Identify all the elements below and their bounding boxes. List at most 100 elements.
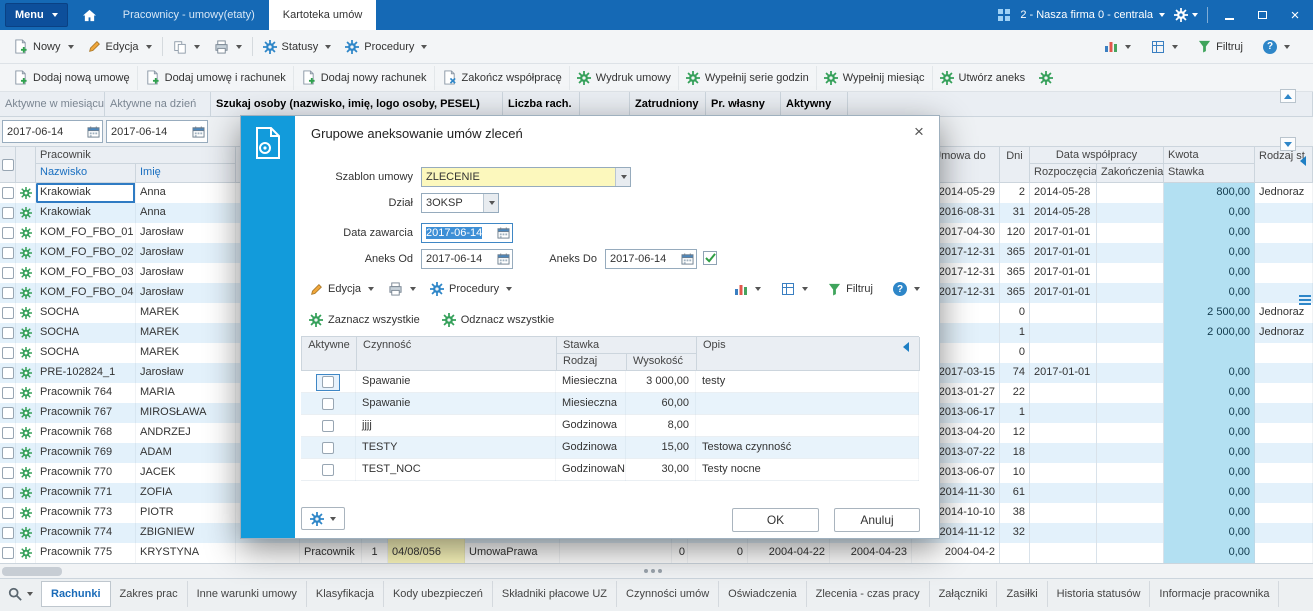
row-checkbox[interactable] <box>1 387 14 399</box>
action-button[interactable]: Wydruk umowy <box>568 65 678 90</box>
menu-button[interactable]: Menu <box>5 3 68 27</box>
odznacz-wszystkie-button[interactable]: Odznacz wszystkie <box>436 309 561 331</box>
col-rodzaj[interactable]: Rodzaj <box>557 354 627 370</box>
col-nazwisko[interactable]: Nazwisko <box>36 164 136 182</box>
cell-czynnosc[interactable]: jjjj <box>356 415 556 437</box>
cell-imie[interactable]: ANDRZEJ <box>136 423 236 443</box>
col-wysokosc[interactable]: Wysokość <box>627 354 697 370</box>
row-checkbox[interactable] <box>1 247 14 259</box>
row-checkbox[interactable] <box>1 267 14 279</box>
cell-czynnosc[interactable]: Spawanie <box>356 371 556 393</box>
cell-nazwisko[interactable]: KOM_FO_FBO_04 <box>36 283 136 303</box>
date-filter-miesiac[interactable]: 2017-06-14 <box>2 120 103 143</box>
cell-imie[interactable]: MARIA <box>136 383 236 403</box>
cell-imie[interactable]: Jarosław <box>136 283 236 303</box>
cell-nazwisko[interactable]: KOM_FO_FBO_03 <box>36 263 136 283</box>
activity-row[interactable]: TESTY Godzinowa 15,00 Testowa czynność <box>301 437 919 459</box>
cell-nazwisko[interactable]: Krakowiak <box>36 203 136 223</box>
row-checkbox[interactable] <box>1 527 14 539</box>
tab-pracownicy-umowy[interactable]: Pracownicy - umowy(etaty) <box>109 0 269 30</box>
bottom-tab[interactable]: Inne warunki umowy <box>188 581 307 607</box>
zaznacz-wszystkie-button[interactable]: Zaznacz wszystkie <box>303 309 426 331</box>
bottom-tab[interactable]: Składniki płacowe UZ <box>493 581 618 607</box>
cell-czynnosc[interactable]: TEST_NOC <box>356 459 556 481</box>
cell-imie[interactable]: ZBIGNIEW <box>136 523 236 543</box>
dialog-filtruj-button[interactable]: Filtruj <box>821 277 880 301</box>
dialog-edycja-button[interactable]: Edycja <box>303 277 381 301</box>
col-opis[interactable]: Opis <box>697 337 920 371</box>
activity-row[interactable]: jjjj Godzinowa 8,00 <box>301 415 919 437</box>
col-aktywne[interactable]: Aktywne <box>302 337 357 371</box>
company-selector[interactable]: 2 - Nasza firma 0 - centrala <box>1020 9 1165 21</box>
date-filter-dzien[interactable]: 2017-06-14 <box>106 120 208 143</box>
cell-imie[interactable]: Anna <box>136 183 236 203</box>
ok-button[interactable]: OK <box>732 508 819 532</box>
row-checkbox[interactable] <box>1 447 14 459</box>
cell-imie[interactable]: MAREK <box>136 323 236 343</box>
bottom-tab[interactable]: Kody ubezpieczeń <box>384 581 493 607</box>
cell-nazwisko[interactable]: Krakowiak <box>36 183 136 203</box>
collapse-panel-icon[interactable] <box>1300 156 1306 166</box>
cell-nazwisko[interactable]: SOCHA <box>36 303 136 323</box>
cell-imie[interactable]: PIOTR <box>136 503 236 523</box>
cell-nazwisko[interactable]: KOM_FO_FBO_01 <box>36 223 136 243</box>
bottom-tab[interactable]: Rachunki <box>41 581 111 607</box>
cell-imie[interactable]: JACEK <box>136 463 236 483</box>
dzial-dropdown[interactable]: 3OKSP <box>421 193 499 213</box>
close-button[interactable]: × <box>1283 5 1307 25</box>
action-button[interactable]: Dodaj nową umowę <box>6 66 137 90</box>
row-checkbox[interactable] <box>1 547 14 559</box>
activity-row[interactable]: TEST_NOC GodzinowaN 30,00 Testy nocne <box>301 459 919 481</box>
cell-imie[interactable]: Jarosław <box>136 363 236 383</box>
maximize-button[interactable] <box>1250 5 1274 25</box>
print-button[interactable] <box>207 35 249 59</box>
cell-nazwisko[interactable]: SOCHA <box>36 323 136 343</box>
aneks-do-input[interactable]: 2017-06-14 <box>605 249 697 269</box>
cell-nazwisko[interactable]: Pracownik 767 <box>36 403 136 423</box>
col-liczba-rach[interactable]: Liczba rach. <box>503 92 580 117</box>
col-zakonczenia[interactable]: Zakończenia <box>1097 164 1164 182</box>
col-czynnosc[interactable]: Czynność <box>357 337 557 371</box>
bottom-tab[interactable]: Oświadczenia <box>719 581 807 607</box>
row-checkbox[interactable] <box>1 487 14 499</box>
anuluj-button[interactable]: Anuluj <box>834 508 920 532</box>
cell-imie[interactable]: Jarosław <box>136 263 236 283</box>
chart-view-button[interactable] <box>1097 35 1138 59</box>
col-imie[interactable]: Imię <box>136 164 236 182</box>
row-checkbox[interactable] <box>1 367 14 379</box>
cell-nazwisko[interactable]: Pracownik 774 <box>36 523 136 543</box>
action-button[interactable]: Wypełnij serie godzin <box>677 65 816 90</box>
szablon-dropdown[interactable]: ZLECENIE <box>421 167 631 187</box>
calendar-icon[interactable] <box>497 227 510 239</box>
dialog-procedury-button[interactable]: Procedury <box>423 277 519 301</box>
row-checkbox[interactable] <box>1 507 14 519</box>
nowy-button[interactable]: Nowy <box>6 35 81 59</box>
horizontal-scrollbar[interactable] <box>0 563 1313 578</box>
collapse-columns-icon[interactable] <box>903 342 909 352</box>
action-button[interactable]: Dodaj nowy rachunek <box>292 65 434 90</box>
col-zatrudniony[interactable]: Zatrudniony <box>630 92 706 117</box>
cell-nazwisko[interactable]: KOM_FO_FBO_02 <box>36 243 136 263</box>
dialog-table-button[interactable] <box>774 277 815 301</box>
activity-checkbox[interactable] <box>322 376 334 388</box>
row-checkbox[interactable] <box>1 347 14 359</box>
cell-nazwisko[interactable]: SOCHA <box>36 343 136 363</box>
dialog-print-button[interactable] <box>381 277 423 301</box>
row-checkbox[interactable] <box>1 327 14 339</box>
cell-imie[interactable]: MAREK <box>136 303 236 323</box>
row-checkbox[interactable] <box>1 427 14 439</box>
panel-grip[interactable] <box>1299 295 1311 307</box>
cell-nazwisko[interactable]: PRE-102824_1 <box>36 363 136 383</box>
help-button[interactable]: ? <box>1256 35 1297 59</box>
filtruj-button[interactable]: Filtruj <box>1191 35 1250 59</box>
dialog-help-button[interactable]: ? <box>886 277 927 301</box>
extra-action-button[interactable] <box>1032 66 1060 90</box>
action-button[interactable]: Utwórz aneks <box>931 65 1033 90</box>
bottom-tab[interactable]: Zlecenia - czas pracy <box>807 581 930 607</box>
select-all-checkbox[interactable] <box>1 158 14 171</box>
activity-checkbox[interactable] <box>322 442 334 454</box>
cell-czynnosc[interactable]: TESTY <box>356 437 556 459</box>
cell-imie[interactable]: Anna <box>136 203 236 223</box>
cell-imie[interactable]: MIROSŁAWA <box>136 403 236 423</box>
activity-checkbox[interactable] <box>322 464 334 476</box>
